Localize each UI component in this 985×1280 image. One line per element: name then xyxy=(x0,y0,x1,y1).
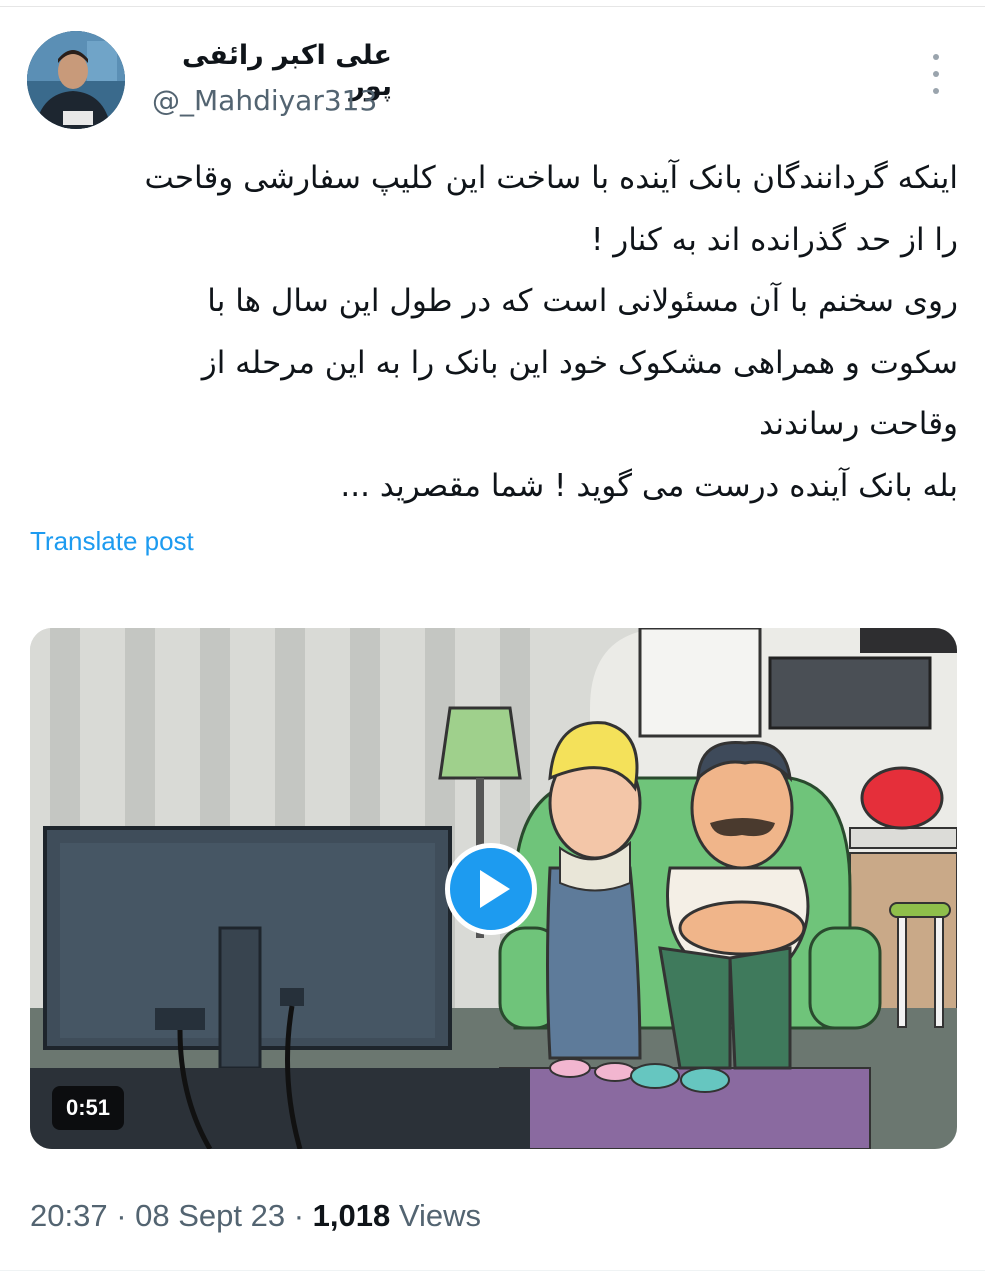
post-text-line: اینکه گردانندگان بانک آینده با ساخت این … xyxy=(144,160,958,196)
video-player[interactable]: 0:51 xyxy=(30,628,957,1149)
author-handle[interactable]: @_Mahdiyar313 xyxy=(152,84,377,117)
views-count[interactable]: 1,018 xyxy=(313,1198,391,1233)
translate-post-link[interactable]: Translate post xyxy=(30,526,194,557)
views-label: Views xyxy=(390,1198,481,1233)
post-text-line: بله بانک آینده درست می گوید ! شما مقصرید… xyxy=(340,467,958,504)
post-text-line: وقاحت رساندند xyxy=(759,406,958,442)
bottom-divider xyxy=(0,1270,985,1271)
post-date[interactable]: 08 Sept 23 xyxy=(135,1198,285,1233)
author-avatar[interactable] xyxy=(27,31,125,129)
post-text: اینکه گردانندگان بانک آینده با ساخت این … xyxy=(28,148,958,517)
video-duration-badge: 0:51 xyxy=(52,1086,124,1130)
post-time[interactable]: 20:37 xyxy=(30,1198,108,1233)
more-options-icon[interactable] xyxy=(922,54,950,94)
top-divider xyxy=(0,0,985,7)
post-text-line: سکوت و همراهی مشکوک خود این بانک را به ا… xyxy=(201,344,958,381)
post-metadata: 20:37 · 08 Sept 23 · 1,018 Views xyxy=(30,1198,481,1234)
meta-separator: · xyxy=(285,1198,313,1233)
post-text-line: روی سخنم با آن مسئولانی است که در طول ای… xyxy=(207,283,958,319)
post-text-line: را از حد گذرانده اند به کنار ! xyxy=(590,221,958,258)
play-icon xyxy=(480,870,510,908)
meta-separator: · xyxy=(107,1198,136,1233)
play-button[interactable] xyxy=(445,843,537,935)
